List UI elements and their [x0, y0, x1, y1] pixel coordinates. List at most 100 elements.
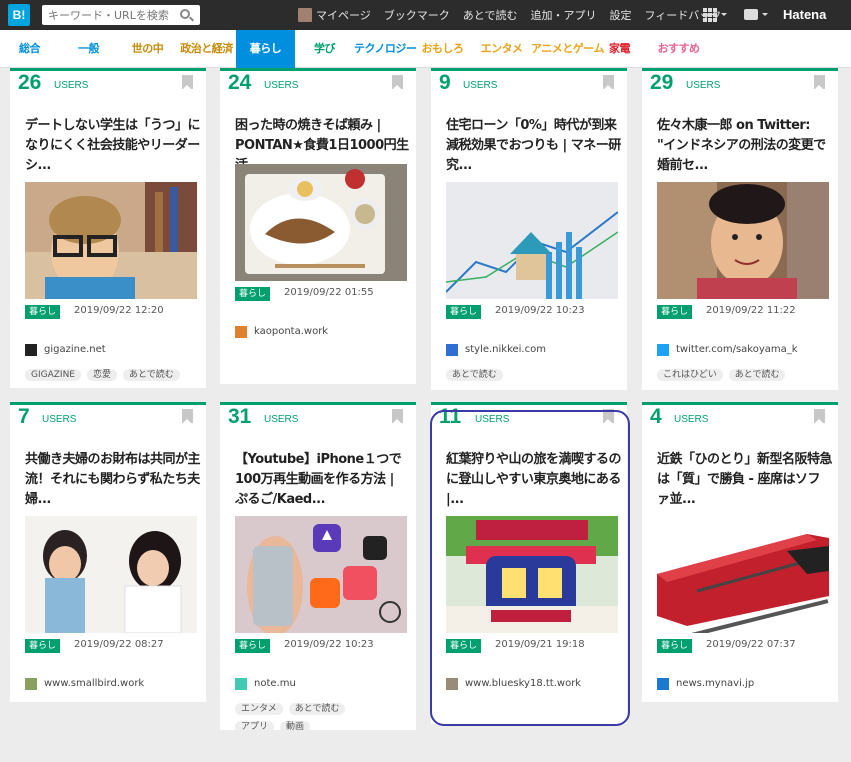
bookmark-count[interactable]: 24 — [228, 71, 251, 95]
avatar[interactable] — [298, 8, 312, 22]
users-label: USERS — [42, 414, 77, 425]
entry-domain[interactable]: twitter.com/sakoyama_k — [676, 344, 798, 355]
tab-0[interactable]: 総合 — [0, 30, 59, 68]
entry-date: 2019/09/22 12:20 — [74, 305, 164, 316]
tag[interactable]: エンタメ — [235, 703, 283, 715]
category-badge[interactable]: 暮らし — [25, 639, 61, 653]
entry-domain[interactable]: www.smallbird.work — [44, 678, 144, 689]
users-label: USERS — [264, 80, 299, 91]
entry-title[interactable]: 佐々木康一郎 on Twitter: "インドネシアの刑法の変更で婚前セ... — [657, 116, 832, 176]
bookmark-count[interactable]: 29 — [650, 71, 673, 95]
entry-thumbnail[interactable] — [657, 516, 829, 633]
entry-thumbnail[interactable] — [235, 164, 407, 281]
bookmark-count[interactable]: 26 — [18, 71, 41, 95]
top-nav: マイページ ブックマーク あとで読む 追加・アプリ 設定 フィードバック — [298, 0, 734, 30]
tag[interactable]: あとで読む — [123, 369, 180, 381]
topnav-settings[interactable]: 設定 — [609, 7, 631, 23]
entry-date: 2019/09/22 11:22 — [706, 305, 796, 316]
tag[interactable]: これはひどい — [657, 369, 723, 381]
tab-8[interactable]: エンタメ — [472, 30, 531, 68]
topnav-mypage[interactable]: マイページ — [316, 7, 371, 23]
users-label: USERS — [463, 80, 498, 91]
apps-grid-icon[interactable] — [703, 8, 717, 22]
topnav-apps[interactable]: 追加・アプリ — [530, 7, 596, 23]
tab-7[interactable]: おもしろ — [413, 30, 472, 68]
entry-card: 26 USERS デートしない学生は「うつ」になりにくく社会技能やリーダーシ... 暮… — [10, 68, 206, 388]
bookmark-count[interactable]: 31 — [228, 405, 251, 429]
entry-title[interactable]: 住宅ローン「0%」時代が到来 減税効果でおつりも | マネー研究... — [446, 116, 627, 176]
bookmark-add-icon[interactable] — [182, 75, 193, 90]
bookmark-count[interactable]: 7 — [18, 405, 30, 429]
entry-date: 2019/09/22 01:55 — [284, 287, 374, 298]
tab-11[interactable]: おすすめ — [649, 30, 708, 68]
category-badge[interactable]: 暮らし — [446, 305, 482, 319]
tab-2[interactable]: 世の中 — [118, 30, 177, 68]
bookmark-count[interactable]: 4 — [650, 405, 662, 429]
tag[interactable]: あとで読む — [288, 703, 346, 715]
bookmark-add-icon[interactable] — [814, 409, 825, 424]
search-input[interactable] — [42, 5, 200, 25]
bookmark-add-icon[interactable] — [603, 75, 614, 90]
chevron-down-icon[interactable] — [762, 13, 768, 19]
entry-thumbnail[interactable] — [25, 516, 197, 633]
tag-row: アプリ 動画 — [235, 721, 316, 730]
search-icon[interactable] — [180, 9, 190, 19]
tab-1[interactable]: 一般 — [59, 30, 118, 68]
entry-domain[interactable]: gigazine.net — [44, 344, 106, 355]
topnav-read-later[interactable]: あとで読む — [463, 7, 518, 23]
entry-domain[interactable]: news.mynavi.jp — [676, 678, 754, 689]
site-favicon-icon — [25, 678, 37, 690]
tag[interactable]: あとで読む — [446, 369, 503, 381]
users-label: USERS — [264, 414, 299, 425]
entry-title[interactable]: 共働き夫婦のお財布は共同が主流！それにも関わらず私たち夫婦... — [25, 450, 201, 510]
top-bar: B! マイページ ブックマーク あとで読む 追加・アプリ 設定 フィードバック … — [0, 0, 851, 30]
entry-card: 24USERS困った時の焼きそば頼み | PONTAN★食費1日1000円生活暮… — [220, 68, 416, 384]
bookmark-add-icon[interactable] — [182, 409, 193, 424]
highlight-outline — [430, 410, 630, 726]
tab-6[interactable]: テクノロジー — [354, 30, 417, 68]
tag-row: あとで読む — [446, 369, 509, 381]
tab-5[interactable]: 学び — [295, 30, 354, 68]
entry-title[interactable]: 近鉄「ひのとり」新型名阪特急は「質」で勝負 - 座席はソファ並... — [657, 450, 833, 510]
entry-title[interactable]: 【Youtube】iPhone１つで100万再生動画を作る方法 | ぷるご/Ka… — [235, 450, 410, 510]
category-badge[interactable]: 暮らし — [657, 305, 693, 319]
entry-date: 2019/09/22 10:23 — [284, 639, 374, 650]
tab-4[interactable]: 暮らし — [236, 30, 295, 68]
site-favicon-icon — [446, 344, 458, 356]
entry-card: 9 USERS 住宅ローン「0%」時代が到来 減税効果でおつりも | マネー研究..… — [431, 68, 627, 390]
entry-domain[interactable]: note.mu — [254, 678, 296, 689]
bookmark-add-icon[interactable] — [814, 75, 825, 90]
entry-domain[interactable]: kaoponta.work — [254, 326, 328, 337]
users-label: USERS — [674, 414, 709, 425]
tag[interactable]: 恋愛 — [87, 369, 118, 381]
tag-row: エンタメ あとで読む — [235, 703, 351, 715]
bookmark-count[interactable]: 9 — [439, 71, 451, 95]
tab-3[interactable]: 政治と経済 — [177, 30, 236, 68]
tab-9[interactable]: アニメとゲーム — [531, 30, 604, 68]
entry-domain[interactable]: style.nikkei.com — [465, 344, 546, 355]
chevron-down-icon[interactable] — [721, 13, 727, 19]
category-badge[interactable]: 暮らし — [235, 639, 271, 653]
hatena-bookmark-logo[interactable]: B! — [8, 4, 30, 26]
tag[interactable]: 動画 — [280, 721, 311, 730]
entry-date: 2019/09/22 07:37 — [706, 639, 796, 650]
tag[interactable]: あとで読む — [728, 369, 786, 381]
topnav-bookmark[interactable]: ブックマーク — [384, 7, 450, 23]
category-badge[interactable]: 暮らし — [657, 639, 693, 653]
entry-thumbnail[interactable] — [25, 182, 197, 299]
entry-card: 29 USERS 佐々木康一郎 on Twitter: "インドネシアの刑法の変更で… — [642, 68, 838, 390]
category-tabs: 総合 一般 世の中 政治と経済 暮らし 学び テクノロジー おもしろ エンタメ アニメとゲーム 家電… — [0, 30, 851, 68]
category-badge[interactable]: 暮らし — [25, 305, 61, 319]
entry-thumbnail[interactable] — [235, 516, 407, 633]
tab-10[interactable]: 家電 — [590, 30, 649, 68]
tag[interactable]: アプリ — [235, 721, 275, 730]
hatena-brand[interactable]: Hatena — [783, 7, 826, 22]
notification-bubble-icon[interactable] — [744, 9, 758, 20]
entry-thumbnail[interactable] — [446, 182, 618, 299]
entry-thumbnail[interactable] — [657, 182, 829, 299]
tag[interactable]: GIGAZINE — [25, 369, 81, 381]
bookmark-add-icon[interactable] — [392, 409, 403, 424]
entry-title[interactable]: デートしない学生は「うつ」になりにくく社会技能やリーダーシ... — [25, 116, 201, 176]
bookmark-add-icon[interactable] — [392, 75, 403, 90]
category-badge[interactable]: 暮らし — [235, 287, 271, 301]
